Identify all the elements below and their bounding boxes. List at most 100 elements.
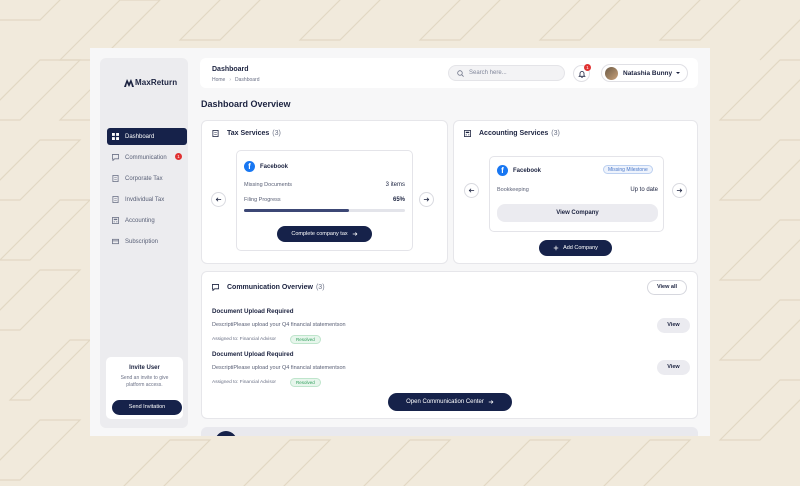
accounting-next-button[interactable]: [672, 183, 687, 198]
company-name-label: Facebook: [513, 167, 542, 174]
invite-user-card: Invite User Send an invite to give platf…: [106, 357, 183, 419]
top-header: Dashboard Home › Dashboard Search here... …: [200, 58, 698, 88]
document-icon: [112, 175, 119, 182]
message-assignee: Assigned to: Financial Advisor: [212, 380, 276, 385]
send-invitation-button[interactable]: Send Invitation: [112, 400, 182, 415]
breadcrumb-separator: ›: [229, 77, 232, 83]
message-assignee: Assigned to: Financial Advisor: [212, 337, 276, 342]
sidebar-item-label: Accounting: [125, 217, 155, 224]
view-button[interactable]: View: [657, 360, 690, 375]
missing-documents-value: 3 items: [385, 182, 405, 188]
invite-title: Invite User: [129, 365, 160, 371]
filing-progress-row: Filing Progress 65%: [244, 197, 405, 203]
tax-services-header: Tax Services (3): [212, 130, 281, 137]
bookkeeping-value: Up to date: [630, 187, 658, 193]
filing-progress-label: Filing Progress: [244, 197, 281, 203]
view-company-button[interactable]: View Company: [497, 204, 658, 222]
sidebar: MaxReturn Dashboard Communication 1 Corp…: [100, 58, 188, 428]
avatar: [605, 66, 618, 80]
communication-count: (3): [315, 284, 325, 291]
filing-progress-value: 65%: [392, 197, 405, 203]
user-name: Natashia Bunny: [623, 69, 673, 77]
accounting-prev-button[interactable]: [464, 183, 479, 198]
status-badge: Resolved: [290, 378, 321, 387]
next-section-card: [201, 427, 698, 436]
view-all-button[interactable]: View all: [647, 280, 687, 295]
bookkeeping-row: Bookkeeping Up to date: [497, 187, 658, 193]
sidebar-item-label: Invdividual Tax: [125, 196, 165, 203]
chat-icon: [212, 284, 219, 291]
search-input[interactable]: Search here...: [448, 65, 565, 81]
brand-mark-icon: [124, 78, 134, 87]
breadcrumb-current: Dashboard: [235, 77, 260, 83]
complete-company-tax-button[interactable]: Complete company tax: [277, 226, 372, 242]
brand-name: MaxReturn: [135, 78, 178, 87]
company-name: f Facebook: [497, 165, 541, 176]
bookkeeping-label: Bookkeeping: [497, 187, 529, 193]
app-window: MaxReturn Dashboard Communication 1 Corp…: [90, 48, 710, 436]
sidebar-item-individual-tax[interactable]: Invdividual Tax: [107, 191, 187, 208]
view-button[interactable]: View: [657, 318, 690, 333]
tax-services-card: Tax Services (3) f Facebook Missing Docu…: [201, 120, 448, 264]
company-name: f Facebook: [244, 161, 288, 172]
sidebar-item-subscription[interactable]: Subscription: [107, 233, 187, 250]
arrow-right-icon: [488, 400, 494, 404]
document-icon: [112, 196, 119, 203]
accounting-services-card: Accounting Services (3) f Facebook Missi…: [453, 120, 698, 264]
communication-header: Communication Overview (3): [212, 284, 325, 291]
accounting-services-header: Accounting Services (3): [464, 130, 560, 137]
search-placeholder: Search here...: [469, 70, 507, 76]
sidebar-item-accounting[interactable]: Accounting: [107, 212, 187, 229]
message-description: DescriptiPlease upload your Q4 financial…: [212, 365, 346, 371]
grid-icon: [112, 133, 119, 140]
breadcrumb: Home › Dashboard: [212, 77, 259, 83]
sidebar-item-communication[interactable]: Communication 1: [107, 149, 187, 166]
tax-company-card: f Facebook Missing Documents 3 items Fil…: [236, 150, 413, 251]
open-communication-center-button[interactable]: Open Communication Center: [388, 393, 512, 411]
avatar: [215, 431, 237, 436]
accounting-company-card: f Facebook Missing Milestone Bookkeeping…: [489, 156, 664, 232]
sidebar-item-dashboard[interactable]: Dashboard: [107, 128, 187, 145]
tax-prev-button[interactable]: [211, 192, 226, 207]
message-meta: Assigned to: Financial Advisor Resolved: [212, 335, 690, 344]
arrow-right-icon: [423, 197, 430, 202]
bell-icon: [577, 70, 586, 78]
chat-icon: [112, 154, 119, 161]
status-badge: Missing Milestone: [603, 165, 653, 174]
calculator-icon: [464, 130, 471, 137]
chevron-down-icon: [676, 72, 680, 74]
communication-title: Communication Overview: [227, 284, 313, 291]
message-title: Document Upload Required: [212, 351, 294, 358]
filing-progress-fill: [244, 209, 349, 212]
sidebar-item-label: Subscription: [125, 238, 159, 245]
accounting-services-count: (3): [551, 130, 560, 137]
communication-badge: 1: [175, 153, 182, 160]
accounting-services-title: Accounting Services: [479, 130, 549, 137]
list-item: Document Upload Required DescriptiPlease…: [212, 351, 690, 387]
add-company-button[interactable]: Add Company: [539, 240, 612, 256]
plus-icon: [553, 245, 559, 251]
sidebar-item-label: Corporate Tax: [125, 175, 163, 182]
tax-next-button[interactable]: [419, 192, 434, 207]
message-meta: Assigned to: Financial Advisor Resolved: [212, 378, 690, 387]
notification-badge: 1: [584, 64, 591, 71]
user-menu[interactable]: Natashia Bunny: [601, 64, 688, 82]
facebook-icon: f: [497, 165, 508, 176]
tax-services-title: Tax Services: [227, 130, 270, 137]
missing-documents-label: Missing Documents: [244, 182, 292, 188]
arrow-right-icon: [676, 188, 683, 193]
missing-documents-row: Missing Documents 3 items: [244, 182, 405, 188]
breadcrumb-home[interactable]: Home: [212, 77, 225, 83]
arrow-left-icon: [215, 197, 222, 202]
message-description: DescriptiPlease upload your Q4 financial…: [212, 322, 346, 328]
invite-description: Send an invite to give platform access.: [120, 375, 169, 388]
document-icon: [212, 130, 219, 137]
button-label: Complete company tax: [291, 231, 348, 237]
tax-services-count: (3): [272, 130, 281, 137]
brand-logo[interactable]: MaxReturn: [124, 78, 177, 87]
arrow-right-icon: [352, 232, 358, 236]
page-title: Dashboard Overview: [201, 99, 291, 109]
arrow-left-icon: [468, 188, 475, 193]
company-name-label: Facebook: [260, 163, 289, 170]
sidebar-item-corporate-tax[interactable]: Corporate Tax: [107, 170, 187, 187]
